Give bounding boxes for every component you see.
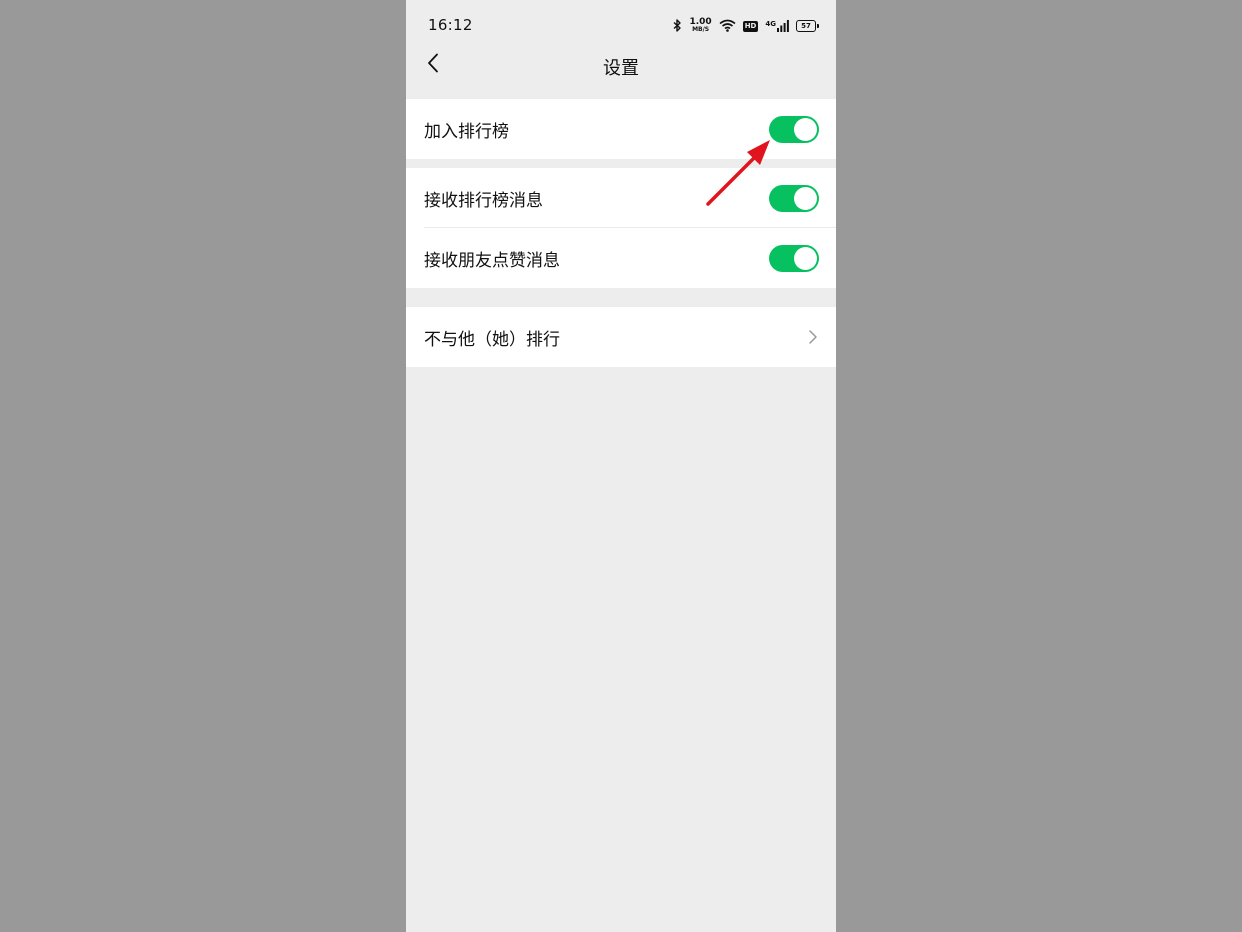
setting-label-receive-leaderboard-messages: 接收排行榜消息 <box>424 190 543 211</box>
receive-leaderboard-messages-toggle[interactable] <box>769 184 819 212</box>
toggle-knob <box>794 186 817 210</box>
battery-level: 57 <box>801 22 811 30</box>
network-speed: 1.00 MB/S <box>689 18 711 34</box>
setting-row-receive-friend-like-messages: 接收朋友点赞消息 <box>406 228 836 288</box>
network-speed-unit: MB/S <box>692 26 710 33</box>
cellular-signal-icon: 4G <box>765 20 789 32</box>
setting-row-join-leaderboard: 加入排行榜 <box>406 99 836 159</box>
chevron-right-icon <box>807 328 819 346</box>
status-time: 16:12 <box>428 16 473 34</box>
setting-row-exclude-from-ranking[interactable]: 不与他（她）排行 <box>406 307 836 367</box>
hd-badge: HD <box>742 20 759 32</box>
bluetooth-icon <box>673 17 682 36</box>
nav-bar: 设置 <box>406 44 836 86</box>
status-bar: 16:12 1.00 MB/S HD 4G 57 <box>406 0 836 50</box>
page-title: 设置 <box>603 58 639 79</box>
receive-friend-like-messages-toggle[interactable] <box>769 244 819 272</box>
toggle-knob <box>794 246 817 270</box>
settings-group-leaderboard: 加入排行榜 <box>406 99 836 159</box>
setting-label-join-leaderboard: 加入排行榜 <box>424 121 509 142</box>
network-speed-value: 1.00 <box>689 17 712 27</box>
wifi-icon <box>719 17 736 36</box>
join-leaderboard-toggle[interactable] <box>769 115 819 143</box>
phone-screen: 16:12 1.00 MB/S HD 4G 57 设置 加入排行榜 接收排行榜消… <box>406 0 836 932</box>
status-icons: 1.00 MB/S HD 4G 57 <box>673 16 819 36</box>
signal-type: 4G <box>765 20 776 28</box>
battery-icon: 57 <box>796 20 819 32</box>
setting-row-receive-leaderboard-messages: 接收排行榜消息 <box>406 168 836 228</box>
setting-label-receive-friend-like-messages: 接收朋友点赞消息 <box>424 250 560 271</box>
settings-group-ranking: 不与他（她）排行 <box>406 307 836 367</box>
settings-group-messages: 接收排行榜消息 接收朋友点赞消息 <box>406 168 836 288</box>
toggle-knob <box>794 117 817 141</box>
setting-label-exclude-from-ranking: 不与他（她）排行 <box>424 329 560 350</box>
